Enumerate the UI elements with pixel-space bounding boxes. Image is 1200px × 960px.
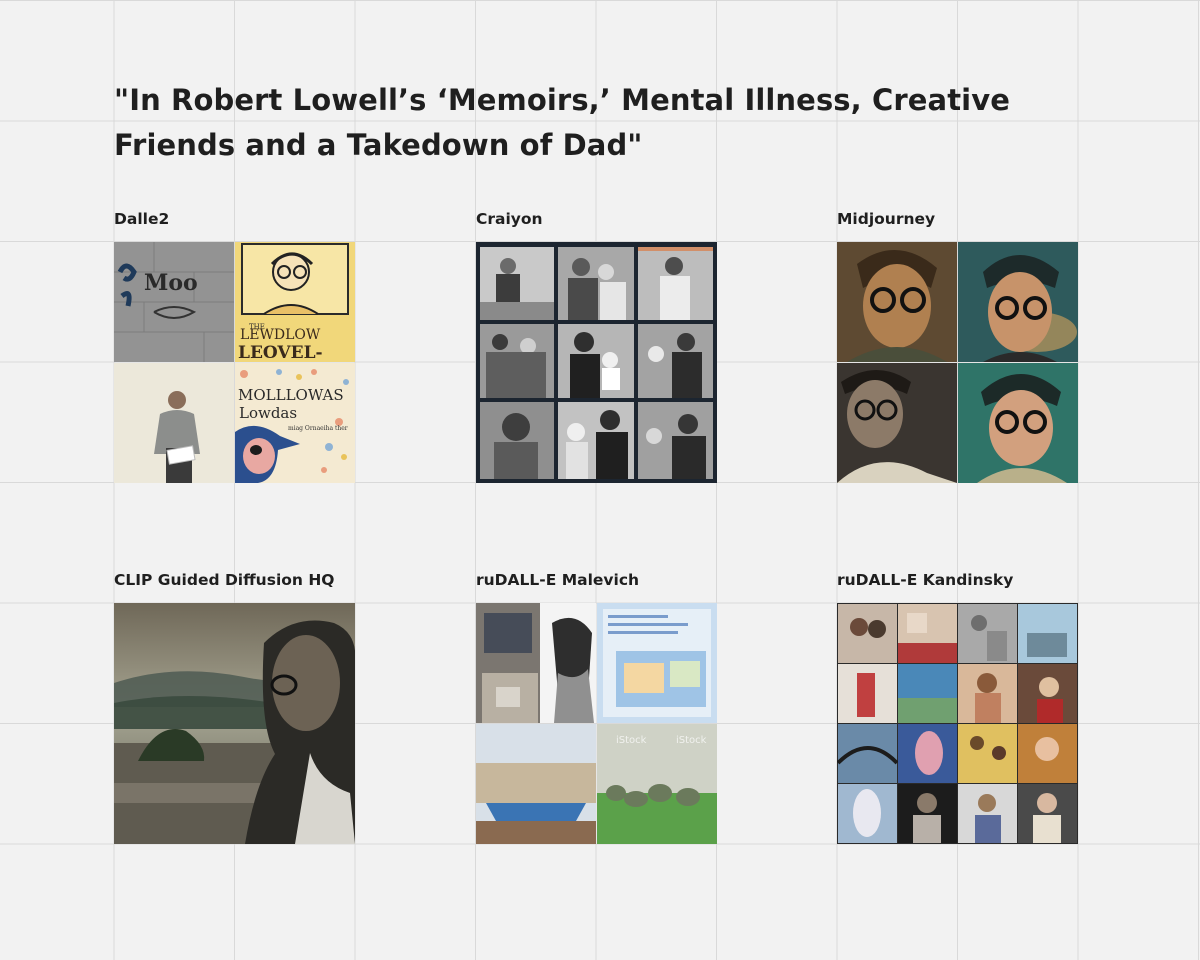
dalle2-caption-3: LEOVEL- — [238, 343, 323, 363]
dalle2-caption-2: LEWDLOW — [240, 327, 321, 343]
card-label-midjourney: Midjourney — [837, 210, 936, 228]
board-title: "In Robert Lowell’s ‘Memoirs,’ Mental Il… — [114, 83, 1010, 162]
card-label-clip-guided-diffusion: CLIP Guided Diffusion HQ — [114, 571, 335, 589]
card-label-craiyon: Craiyon — [476, 210, 543, 228]
image-rudall-e-kandinsky[interactable] — [837, 603, 1078, 844]
image-craiyon[interactable] — [476, 242, 717, 483]
image-rudall-e-malevich[interactable]: iStock iStock — [476, 603, 717, 844]
malevich-watermark-2: iStock — [676, 735, 707, 746]
dalle2-caption-6: miag Ornaeiha ther — [288, 425, 348, 432]
svg-text:Moo: Moo — [144, 270, 198, 296]
card-label-rudall-e-kandinsky: ruDALL-E Kandinsky — [837, 571, 1014, 589]
card-label-dalle2: Dalle2 — [114, 210, 170, 228]
malevich-watermark-1: iStock — [616, 735, 647, 746]
image-midjourney[interactable] — [837, 242, 1078, 483]
dalle2-caption-5: Lowdas — [239, 404, 297, 422]
dalle2-caption-4: MOLLLOWAS — [238, 386, 344, 404]
image-dalle2[interactable]: Moo THE LEWDLOW LEOVEL- MOLLLOWAS Lowdas… — [114, 242, 355, 483]
card-label-rudall-e-malevich: ruDALL-E Malevich — [476, 571, 640, 589]
whiteboard-canvas[interactable]: "In Robert Lowell’s ‘Memoirs,’ Mental Il… — [0, 0, 1200, 960]
image-clip-guided-diffusion[interactable] — [114, 603, 355, 844]
